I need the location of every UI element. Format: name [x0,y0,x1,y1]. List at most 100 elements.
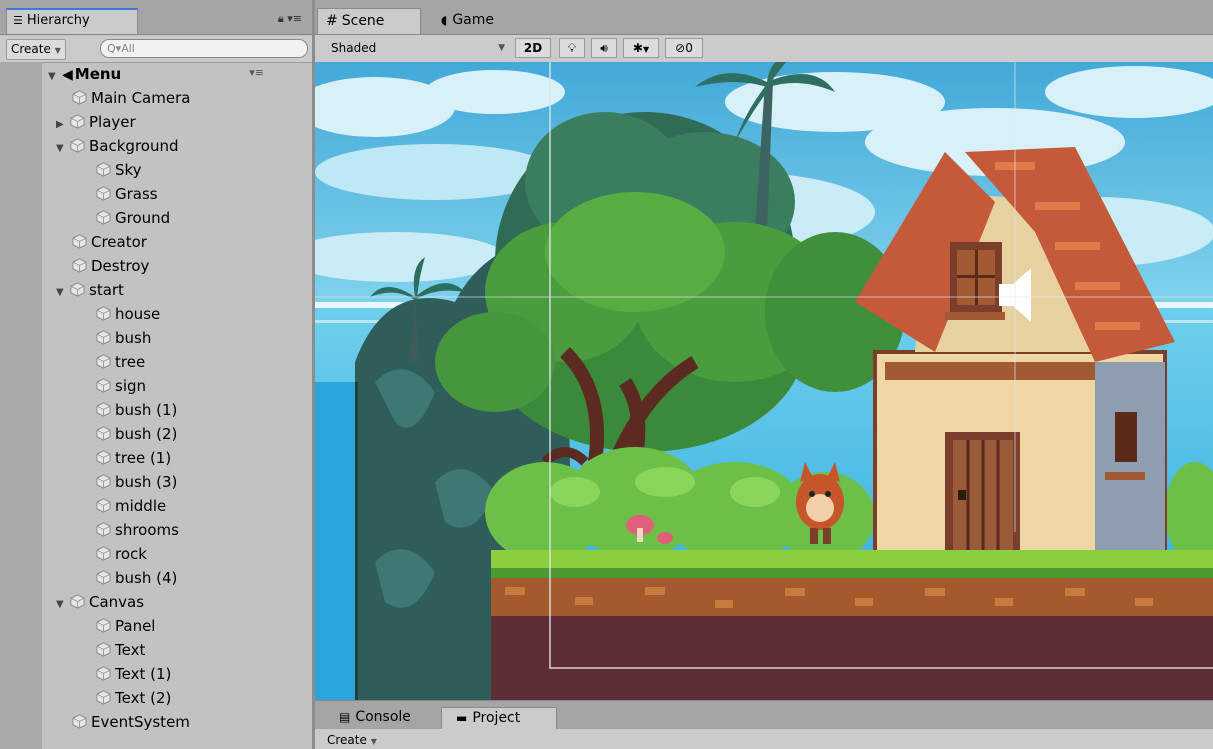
hierarchy-item-label: Destroy [91,257,150,275]
scene-context-menu-icon[interactable]: ▾≡ [249,66,264,79]
bottom-tabbar: ▤ Console ▬ Project [315,700,1213,729]
search-icon: Q▾ [107,42,122,55]
hierarchy-item[interactable]: Ground [96,206,170,230]
expand-arrow-icon[interactable]: ▼ [48,65,62,89]
hierarchy-item[interactable]: Panel [96,614,155,638]
gameobject-icon [96,665,115,683]
create-button[interactable]: Create ▼ [6,39,66,60]
hierarchy-item-label: middle [115,497,167,515]
gameobject-icon [96,617,115,635]
hierarchy-item-label: Background [89,137,179,155]
hierarchy-item-label: Grass [115,185,158,203]
project-create-button[interactable]: Create ▼ [327,733,377,747]
hierarchy-item[interactable]: rock [96,542,147,566]
hidden-objects-toggle[interactable]: ⊘0 [665,38,703,58]
hierarchy-item[interactable]: Main Camera [72,86,190,110]
chevron-down-icon: ▼ [642,45,650,54]
hierarchy-item[interactable]: ▶ Player [56,110,136,134]
lock-icon[interactable]: 🔒︎ [278,12,284,25]
hierarchy-item[interactable]: bush [96,326,151,350]
shading-mode-value: Shaded [331,41,377,55]
hierarchy-item-label: Sky [115,161,142,179]
toggle-2d-button[interactable]: 2D [515,38,551,58]
hierarchy-item-label: bush (2) [115,425,178,443]
hierarchy-item[interactable]: ▼ Canvas [56,590,144,614]
hierarchy-item-label: bush (4) [115,569,178,587]
hierarchy-root-label: Menu [74,65,122,83]
tab-hierarchy[interactable]: ☰ Hierarchy [6,8,138,34]
hierarchy-item[interactable]: ▼ Background [56,134,179,158]
tab-scene-label: Scene [341,13,385,29]
tab-game[interactable]: ◖ Game [425,8,525,34]
toggle-2d-label: 2D [523,41,543,55]
hierarchy-item-label: house [115,305,161,323]
tab-console[interactable]: ▤ Console [325,707,437,729]
hierarchy-item[interactable]: shrooms [96,518,179,542]
tab-project-label: Project [472,710,521,726]
collapse-arrow-icon[interactable]: ▶ [56,113,70,137]
chevron-down-icon: ▼ [370,737,377,746]
lighting-toggle[interactable]: 💡︎ [559,38,585,58]
panel-menu-icon[interactable]: ▾≡ [287,12,302,25]
gameobject-icon [96,305,115,323]
folder-icon: ▬ [456,711,468,725]
hierarchy-item[interactable]: EventSystem [72,710,190,734]
gameobject-icon [96,209,115,227]
hierarchy-item[interactable]: Creator [72,230,147,254]
hierarchy-root-menu[interactable]: ▼ ◀ Menu [48,62,121,86]
audio-toggle[interactable]: 🔊︎ [591,38,617,58]
gameobject-icon [96,425,115,443]
hidden-count: 0 [685,41,693,55]
hierarchy-toolbar: Create ▼ Q▾All [0,36,312,63]
gameobject-icon [96,569,115,587]
hierarchy-item-label: sign [115,377,147,395]
scene-viewport[interactable] [315,62,1213,700]
gameobject-icon [96,329,115,347]
scene-tabbar: # Scene ◖ Game [315,0,1213,35]
hierarchy-item[interactable]: Text (2) [96,686,171,710]
hierarchy-item[interactable]: tree [96,350,145,374]
hierarchy-item[interactable]: bush (1) [96,398,177,422]
hierarchy-item[interactable]: bush (3) [96,470,177,494]
list-icon: ☰ [13,14,23,27]
gameobject-icon [96,473,115,491]
hierarchy-item[interactable]: bush (2) [96,422,177,446]
tab-scene[interactable]: # Scene [317,8,421,34]
hierarchy-item-label: Text (2) [115,689,172,707]
bottom-toolbar: Create ▼ [315,729,1213,749]
gameobject-icon [72,233,91,251]
hierarchy-item[interactable]: middle [96,494,166,518]
hierarchy-item[interactable]: ▼ start [56,278,124,302]
search-placeholder: All [121,42,135,55]
hierarchy-item[interactable]: house [96,302,160,326]
hierarchy-item-label: bush (1) [115,401,178,419]
shading-mode-dropdown[interactable]: Shaded ▼ [323,38,509,58]
effects-icon: ✱ [632,41,643,55]
tab-project[interactable]: ▬ Project [441,707,557,729]
search-input[interactable]: Q▾All [100,39,308,58]
hierarchy-tree: ▼ ◀ Menu Main Camera ▶ Player ▼ Background Sky G… [0,62,312,749]
hierarchy-item[interactable]: tree (1) [96,446,171,470]
effects-dropdown[interactable]: ✱▼ [623,38,659,58]
hierarchy-item-label: Ground [115,209,171,227]
hierarchy-item[interactable]: Text (1) [96,662,171,686]
expand-arrow-icon[interactable]: ▼ [56,281,70,305]
tab-console-label: Console [355,709,411,725]
hierarchy-item-label: Creator [91,233,147,251]
grid-icon: # [326,13,338,29]
hierarchy-item[interactable]: sign [96,374,146,398]
hierarchy-item-label: EventSystem [91,713,190,731]
gameobject-icon [70,281,89,299]
hierarchy-item[interactable]: Text [96,638,145,662]
hierarchy-item[interactable]: Grass [96,182,158,206]
hierarchy-item[interactable]: Sky [96,158,142,182]
expand-arrow-icon[interactable]: ▼ [56,593,70,617]
hierarchy-item[interactable]: Destroy [72,254,149,278]
hierarchy-item-label: Panel [115,617,156,635]
gameobject-icon [70,137,89,155]
expand-arrow-icon[interactable]: ▼ [56,137,70,161]
gameobject-icon [72,257,91,275]
gameobject-icon [96,161,115,179]
eye-slash-icon: ⊘ [675,41,686,55]
hierarchy-item[interactable]: bush (4) [96,566,177,590]
